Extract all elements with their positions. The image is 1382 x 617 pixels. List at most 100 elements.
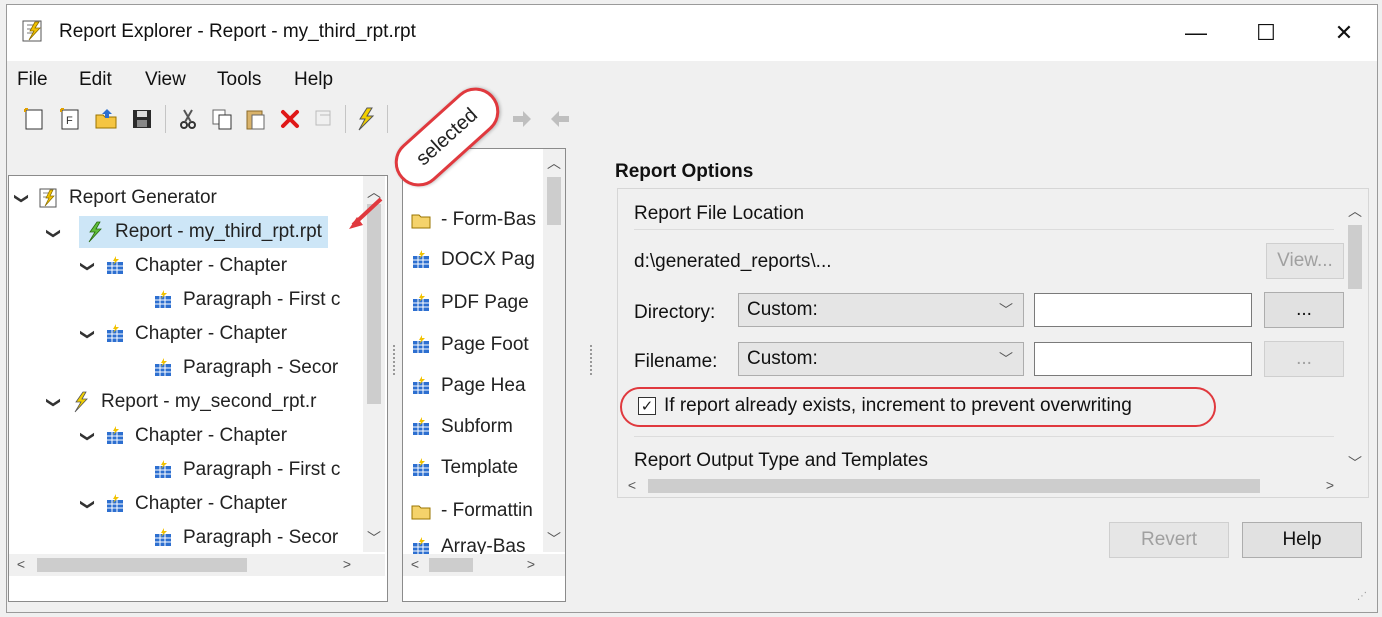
- tree-item-report[interactable]: ❯ Report - my_second_rpt.r: [45, 386, 316, 418]
- resize-grip-icon[interactable]: ⋰: [1357, 591, 1371, 605]
- menu-tools[interactable]: Tools: [217, 69, 261, 91]
- tree-item-paragraph[interactable]: Paragraph - First c: [145, 284, 340, 316]
- directory-value: Custom:: [747, 299, 818, 320]
- chevron-down-icon[interactable]: ❯: [80, 257, 97, 275]
- options-horizontal-scrollbar[interactable]: < >: [622, 475, 1342, 497]
- menu-edit[interactable]: Edit: [79, 69, 112, 91]
- scroll-down-icon[interactable]: ﹀: [1347, 453, 1363, 473]
- filename-browse-button[interactable]: ...: [1264, 341, 1344, 377]
- directory-input[interactable]: [1034, 293, 1252, 327]
- tree-item-report-selected[interactable]: Report - my_third_rpt.rpt: [79, 216, 328, 248]
- directory-browse-button[interactable]: ...: [1264, 292, 1344, 328]
- chevron-down-icon[interactable]: ❯: [80, 325, 97, 343]
- chevron-down-icon[interactable]: ❯: [14, 189, 31, 207]
- library-item[interactable]: Page Hea: [409, 370, 526, 402]
- component-icon: [103, 424, 127, 448]
- tree-item-label: Report - my_second_rpt.r: [101, 391, 317, 412]
- menu-view[interactable]: View: [145, 69, 186, 91]
- component-icon: [103, 492, 127, 516]
- library-item-label: PDF Page: [441, 292, 529, 313]
- chevron-down-icon[interactable]: ❯: [46, 225, 63, 243]
- scroll-left-icon[interactable]: <: [407, 556, 423, 572]
- report-generator-icon: [37, 186, 61, 210]
- run-report-icon[interactable]: [353, 106, 379, 132]
- increment-checkbox-label[interactable]: If report already exists, increment to p…: [664, 395, 1132, 417]
- tree-item-label: Chapter - Chapter: [135, 255, 288, 276]
- tree-item-label: Paragraph - First c: [183, 459, 341, 480]
- tree-item-paragraph[interactable]: Paragraph - First c: [145, 454, 340, 486]
- component-icon: [151, 526, 175, 550]
- report-options-frame: Report File Location d:\generated_report…: [617, 188, 1369, 498]
- scroll-down-icon[interactable]: ﹀: [546, 529, 562, 549]
- filename-input[interactable]: [1034, 342, 1252, 376]
- tree-item-chapter[interactable]: ❯ Chapter - Chapter: [79, 420, 288, 452]
- tree-item-chapter[interactable]: ❯ Chapter - Chapter: [79, 250, 288, 282]
- tree-item-paragraph[interactable]: Paragraph - Secor: [145, 352, 338, 384]
- scroll-thumb[interactable]: [37, 558, 247, 572]
- library-item[interactable]: PDF Page: [409, 287, 529, 319]
- divider: [634, 436, 1334, 437]
- tree-item-chapter[interactable]: ❯ Chapter - Chapter: [79, 318, 288, 350]
- scroll-right-icon[interactable]: >: [1322, 477, 1338, 493]
- maximize-button[interactable]: ☐: [1243, 13, 1289, 53]
- library-item[interactable]: DOCX Pag: [409, 244, 535, 276]
- move-left-icon[interactable]: [547, 106, 573, 132]
- filename-dropdown[interactable]: Custom: ﹀: [738, 342, 1024, 376]
- save-icon[interactable]: [129, 106, 155, 132]
- directory-dropdown[interactable]: Custom: ﹀: [738, 293, 1024, 327]
- paste-icon[interactable]: [243, 106, 269, 132]
- scroll-right-icon[interactable]: >: [339, 556, 355, 572]
- chevron-down-icon[interactable]: ❯: [80, 427, 97, 445]
- delete-icon[interactable]: [277, 106, 303, 132]
- tree-item-paragraph[interactable]: Paragraph - Secor: [145, 522, 338, 554]
- tree-item-report-generator[interactable]: ❯ Report Generator: [13, 182, 217, 214]
- tree-item-chapter[interactable]: ❯ Chapter - Chapter: [79, 488, 288, 520]
- scroll-left-icon[interactable]: <: [13, 556, 29, 572]
- report-icon: [69, 390, 93, 414]
- scroll-thumb[interactable]: [648, 479, 1260, 493]
- library-item-folder[interactable]: - Form-Bas: [409, 204, 536, 236]
- library-item-folder[interactable]: - Formattin: [409, 495, 533, 527]
- help-button[interactable]: Help: [1242, 522, 1362, 558]
- toolbar: F: [7, 97, 1377, 139]
- scroll-thumb[interactable]: [429, 558, 473, 572]
- library-item-label: Subform: [441, 416, 513, 437]
- scroll-thumb[interactable]: [547, 177, 561, 225]
- scroll-down-icon[interactable]: ﹀: [366, 528, 382, 548]
- new-form-icon[interactable]: F: [57, 106, 83, 132]
- scroll-up-icon[interactable]: ︿: [546, 153, 562, 173]
- report-options-title: Report Options: [615, 161, 754, 182]
- menu-help[interactable]: Help: [294, 69, 333, 91]
- chevron-down-icon[interactable]: ❯: [46, 393, 63, 411]
- splitter-handle[interactable]: [393, 345, 398, 375]
- menu-file[interactable]: File: [17, 69, 48, 91]
- toolbar-separator: [387, 105, 388, 133]
- scroll-right-icon[interactable]: >: [523, 556, 539, 572]
- library-item[interactable]: Page Foot: [409, 329, 529, 361]
- scroll-up-icon[interactable]: ︿: [1347, 201, 1363, 221]
- component-icon: [103, 254, 127, 278]
- view-button[interactable]: View...: [1266, 243, 1344, 279]
- minimize-button[interactable]: —: [1173, 13, 1219, 53]
- component-icon: [409, 333, 433, 357]
- library-vertical-scrollbar[interactable]: ︿ ﹀: [543, 149, 565, 552]
- options-vertical-scrollbar[interactable]: ︿ ﹀: [1344, 197, 1366, 475]
- tree-item-label: Paragraph - First c: [183, 289, 341, 310]
- scroll-left-icon[interactable]: <: [624, 477, 640, 493]
- move-right-icon[interactable]: [509, 106, 535, 132]
- library-horizontal-scrollbar[interactable]: < >: [403, 554, 565, 576]
- library-item[interactable]: Subform: [409, 411, 513, 443]
- cut-icon[interactable]: [175, 106, 201, 132]
- revert-button[interactable]: Revert: [1109, 522, 1229, 558]
- increment-checkbox[interactable]: ✓: [638, 397, 656, 415]
- open-icon[interactable]: [93, 106, 119, 132]
- copy-icon[interactable]: [209, 106, 235, 132]
- library-item[interactable]: Template: [409, 452, 518, 484]
- close-button[interactable]: ✕: [1321, 13, 1367, 53]
- chevron-down-icon[interactable]: ❯: [80, 495, 97, 513]
- splitter-handle[interactable]: [590, 345, 595, 375]
- scroll-thumb[interactable]: [1348, 225, 1362, 289]
- tree-horizontal-scrollbar[interactable]: < >: [9, 554, 385, 576]
- report-tree-panel: ❯ Report Generator Report - my_third_rpt…: [8, 175, 388, 602]
- new-report-icon[interactable]: [21, 106, 47, 132]
